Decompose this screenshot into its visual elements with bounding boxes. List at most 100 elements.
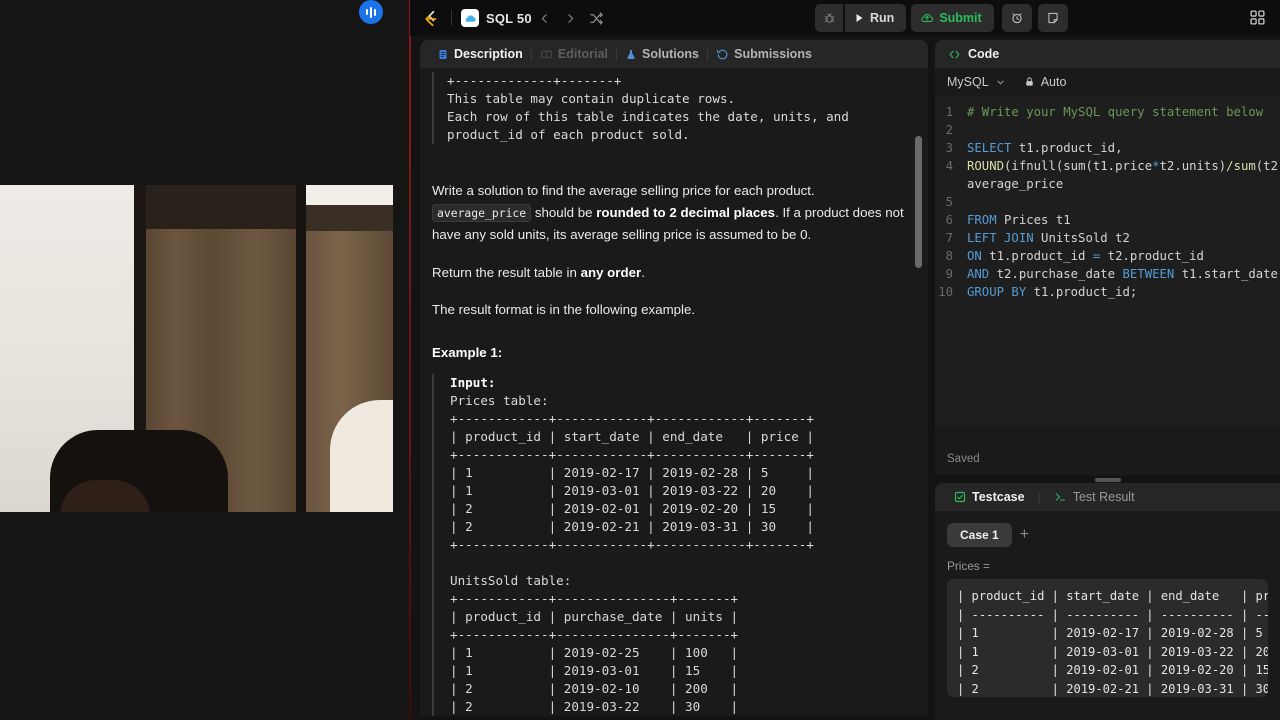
- tab-submissions[interactable]: Submissions: [709, 47, 819, 61]
- code-line: 1 # Write your MySQL query statement belo…: [935, 103, 1280, 121]
- code-line-number: 5: [945, 195, 953, 209]
- terminal-icon: [1054, 491, 1067, 503]
- tab-solutions[interactable]: Solutions: [618, 47, 706, 61]
- checkbox-icon: [954, 491, 966, 503]
- description-scrollbar[interactable]: [915, 136, 922, 268]
- problem-p2-b: .: [641, 264, 645, 280]
- code-line-text: # Write your MySQL query statement below: [967, 105, 1264, 119]
- code-line-text: average_price: [967, 177, 1064, 191]
- code-line: 2: [935, 121, 1280, 139]
- input-value-box[interactable]: | product_id | start_date | end_date | p…: [947, 579, 1268, 697]
- play-icon: [853, 12, 865, 24]
- problem-p1-b: should be: [534, 204, 593, 220]
- study-plan-title[interactable]: SQL 50: [486, 11, 532, 26]
- app-window: SQL 50 Run Submit Description | Editoria…: [0, 0, 1280, 720]
- tab-solutions-label: Solutions: [642, 47, 699, 61]
- plus-icon[interactable]: +: [1020, 526, 1029, 544]
- problem-p1-a: Write a solution to find the average sel…: [432, 183, 815, 198]
- code-line: 7 LEFT JOIN UnitsSold t2: [935, 229, 1280, 247]
- code-line-text: AND t2.purchase_date BETWEEN t1.start_da…: [967, 267, 1278, 281]
- code-line-number: [935, 175, 967, 193]
- recording-border: [409, 0, 411, 720]
- case-tabs: Case 1 +: [947, 523, 1268, 547]
- code-panel-header: Code: [935, 40, 1280, 68]
- code-line-number: 6: [945, 213, 953, 227]
- code-panel: Code MySQL Auto 1 # Write your MySQL quer…: [935, 40, 1280, 475]
- code-line: 8 ON t1.product_id = t2.product_id: [935, 247, 1280, 265]
- testcase-tabbar: Testcase | Test Result: [935, 483, 1280, 511]
- code-panel-title: Code: [968, 47, 1000, 61]
- average-price-chip: average_price: [432, 203, 532, 222]
- description-content[interactable]: +-------------+-------+ This table may c…: [420, 68, 928, 716]
- code-line: average_price: [935, 175, 1280, 193]
- save-status: Saved: [947, 453, 980, 465]
- run-label: Run: [870, 11, 895, 25]
- testcase-body: Case 1 + Prices = | product_id | start_d…: [935, 511, 1280, 697]
- webcam-wardrobe-seam: [296, 185, 306, 512]
- submit-button[interactable]: Submit: [911, 4, 994, 32]
- layout-button[interactable]: [1249, 9, 1266, 26]
- language-selector-label[interactable]: MySQL: [947, 75, 989, 89]
- submit-label: Submit: [939, 11, 982, 25]
- note-button[interactable]: [1037, 4, 1068, 32]
- unitssold-caption: UnitsSold table:: [450, 572, 572, 588]
- code-line-text: ROUND(ifnull(sum(t1.price*t2.units)/sum(…: [967, 159, 1280, 173]
- flask-icon: [625, 48, 637, 61]
- tab-editorial[interactable]: Editorial: [533, 47, 615, 61]
- cloud-upload-icon: [920, 11, 934, 25]
- tab-divider: |: [1037, 490, 1041, 504]
- code-line-number: 2: [945, 123, 953, 137]
- code-line: 10 GROUP BY t1.product_id;: [935, 283, 1280, 301]
- code-line: 5: [935, 193, 1280, 211]
- run-button[interactable]: Run: [845, 4, 907, 32]
- auto-label[interactable]: Auto: [1041, 75, 1067, 89]
- example-block: Input: Prices table: +------------+-----…: [432, 373, 906, 716]
- prices-caption: Prices table:: [450, 392, 549, 408]
- unitssold-table: +------------+---------------+-------+ |…: [450, 590, 739, 714]
- lock-icon[interactable]: [1024, 76, 1035, 88]
- code-line-text: SELECT t1.product_id,: [967, 141, 1123, 155]
- webcam-wardrobe-top: [146, 185, 305, 229]
- run-controls: Run Submit: [815, 4, 1068, 32]
- webcam-wardrobe-right-top: [306, 205, 393, 231]
- code-line-number: 7: [945, 231, 953, 245]
- case-1-chip[interactable]: Case 1: [947, 523, 1012, 547]
- tab-test-result-label: Test Result: [1072, 490, 1135, 504]
- table-note-text: +-------------+-------+ This table may c…: [447, 73, 849, 142]
- problem-paragraph-2: Return the result table in any order.: [432, 262, 906, 284]
- document-icon: [437, 48, 449, 61]
- problem-p2-bold: any order: [580, 264, 642, 280]
- tab-description[interactable]: Description: [430, 47, 530, 61]
- top-navigation-bar: SQL 50 Run Submit: [410, 0, 1280, 36]
- webcam-pane: [0, 0, 410, 720]
- example-input-label: Input:: [450, 374, 496, 390]
- timer-button[interactable]: [1001, 4, 1032, 32]
- example-title: Example 1:: [432, 344, 503, 360]
- nav-divider: [451, 10, 452, 26]
- webcam-ceiling-light: [306, 185, 393, 205]
- webcam-video: [0, 185, 393, 512]
- cloud-icon[interactable]: [461, 9, 479, 27]
- code-line: 3 SELECT t1.product_id,: [935, 139, 1280, 157]
- chevron-right-icon[interactable]: [558, 5, 584, 31]
- leetcode-logo-icon[interactable]: [420, 7, 442, 29]
- problem-paragraph-3: The result format is in the following ex…: [432, 302, 696, 317]
- code-line-text: ON t1.product_id = t2.product_id: [967, 249, 1204, 263]
- grid-layout-icon: [1250, 10, 1265, 25]
- debug-button[interactable]: [815, 4, 843, 32]
- panel-resize-handle[interactable]: [935, 476, 1280, 483]
- code-line-number: 1: [945, 105, 953, 119]
- tab-test-result[interactable]: Test Result: [1047, 490, 1142, 504]
- code-brackets-icon: [947, 48, 962, 61]
- chevron-down-icon[interactable]: [995, 77, 1006, 88]
- code-line-text: GROUP BY t1.product_id;: [967, 285, 1138, 299]
- code-editor[interactable]: 1 # Write your MySQL query statement belo…: [935, 96, 1280, 426]
- chevron-left-icon[interactable]: [532, 5, 558, 31]
- editorial-icon: [540, 48, 553, 61]
- tab-testcase[interactable]: Testcase: [947, 490, 1032, 504]
- tab-testcase-label: Testcase: [972, 490, 1025, 504]
- alarm-clock-icon: [1012, 13, 1022, 24]
- shuffle-icon[interactable]: [584, 5, 610, 31]
- language-row: MySQL Auto: [935, 68, 1280, 96]
- code-line-number: 9: [945, 267, 953, 281]
